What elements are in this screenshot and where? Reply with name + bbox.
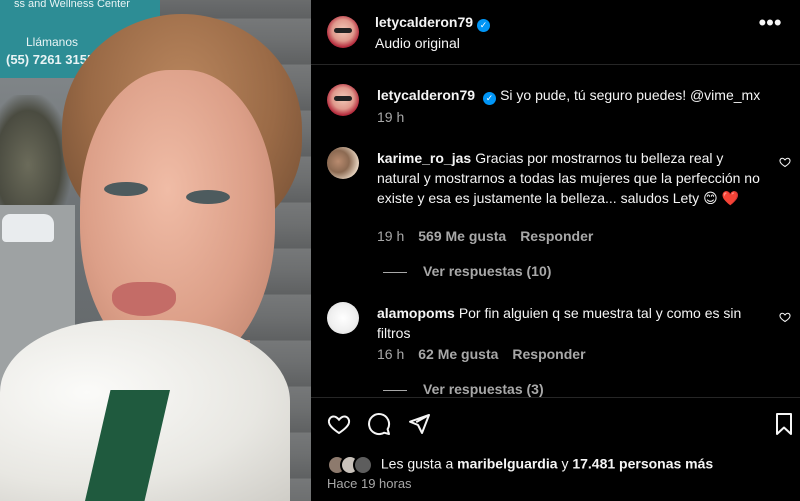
audio-label[interactable]: Audio original [375, 35, 460, 51]
like-comment-heart-icon[interactable] [779, 156, 791, 168]
comment-meta: 19 h 569 Me gusta Responder [377, 228, 607, 244]
likes-middle: y [561, 455, 569, 472]
likes-prefix: Les gusta a [380, 455, 454, 472]
post-header: letycalderon79 ✓ Audio original ••• [311, 0, 800, 65]
mouth [112, 282, 176, 316]
caption: letycalderon79 ✓ Si yo pude, tú seguro pue… [327, 84, 797, 134]
comment-bubble-icon[interactable] [367, 412, 393, 438]
commenter-avatar[interactable] [327, 147, 359, 179]
parked-car [2, 214, 54, 242]
like-heart-icon[interactable] [327, 412, 353, 438]
sign-line-2: Llámanos [26, 35, 79, 49]
caption-avatar[interactable] [327, 84, 359, 116]
owner-avatar[interactable] [327, 16, 359, 48]
likes-summary: Les gusta a maribelguardia y 17.481 pers… [327, 455, 713, 475]
save-bookmark-icon[interactable] [772, 412, 798, 438]
header-user: letycalderon79 ✓ [375, 14, 491, 32]
post-time[interactable]: Hace 19 horas [327, 476, 412, 491]
more-horizontal-icon[interactable]: ••• [758, 12, 782, 42]
caption-text: letycalderon79 ✓ Si yo pude, tú seguro pue… [377, 85, 767, 105]
caption-time[interactable]: 19 h [377, 109, 404, 125]
like-comment-heart-icon[interactable] [779, 311, 791, 323]
comment-text: alamopoms Por fin alguien q se muestra ta… [377, 303, 767, 343]
likes-count[interactable]: 17.481 personas más [572, 456, 713, 472]
comment-time[interactable]: 16 h [377, 346, 404, 362]
verified-badge-icon: ✓ [483, 92, 497, 105]
comment-likes[interactable]: 62 Me gusta [418, 346, 498, 362]
reply-button[interactable]: Responder [520, 228, 593, 244]
likes-user[interactable]: maribelguardia [457, 456, 557, 472]
verified-badge-icon: ✓ [477, 19, 491, 32]
share-paper-plane-icon[interactable] [407, 412, 433, 438]
view-replies-button[interactable]: Ver respuestas (10) [383, 263, 551, 279]
liker-avatar[interactable] [353, 455, 373, 475]
sign-line-1: ss and Wellness Center [14, 0, 130, 10]
comment-likes[interactable]: 569 Me gusta [418, 228, 506, 244]
view-replies-button[interactable]: Ver respuestas (3) [383, 381, 544, 397]
comment: alamopoms Por fin alguien q se muestra ta… [327, 302, 797, 397]
post-panel: letycalderon79 ✓ Audio original ••• letyc… [311, 0, 800, 501]
comment-username[interactable]: karime_ro_jas [377, 150, 471, 166]
reel-video[interactable]: ss and Wellness Center Llámanos (55) 726… [0, 0, 311, 501]
caption-body: Si yo pude, tú seguro puedes! @vime_mx [500, 87, 761, 103]
comment-text: karime_ro_jas Gracias por mostrarnos tu b… [377, 148, 767, 208]
comment-time[interactable]: 19 h [377, 228, 404, 244]
left-eye [104, 182, 148, 196]
header-username[interactable]: letycalderon79 [375, 14, 473, 30]
comment: karime_ro_jas Gracias por mostrarnos tu b… [327, 147, 797, 279]
comment-username[interactable]: alamopoms [377, 305, 455, 321]
comment-meta: 16 h 62 Me gusta Responder [377, 346, 600, 362]
caption-username[interactable]: letycalderon79 [377, 87, 475, 103]
commenter-avatar[interactable] [327, 302, 359, 334]
right-eye [186, 190, 230, 204]
reply-button[interactable]: Responder [512, 346, 585, 362]
